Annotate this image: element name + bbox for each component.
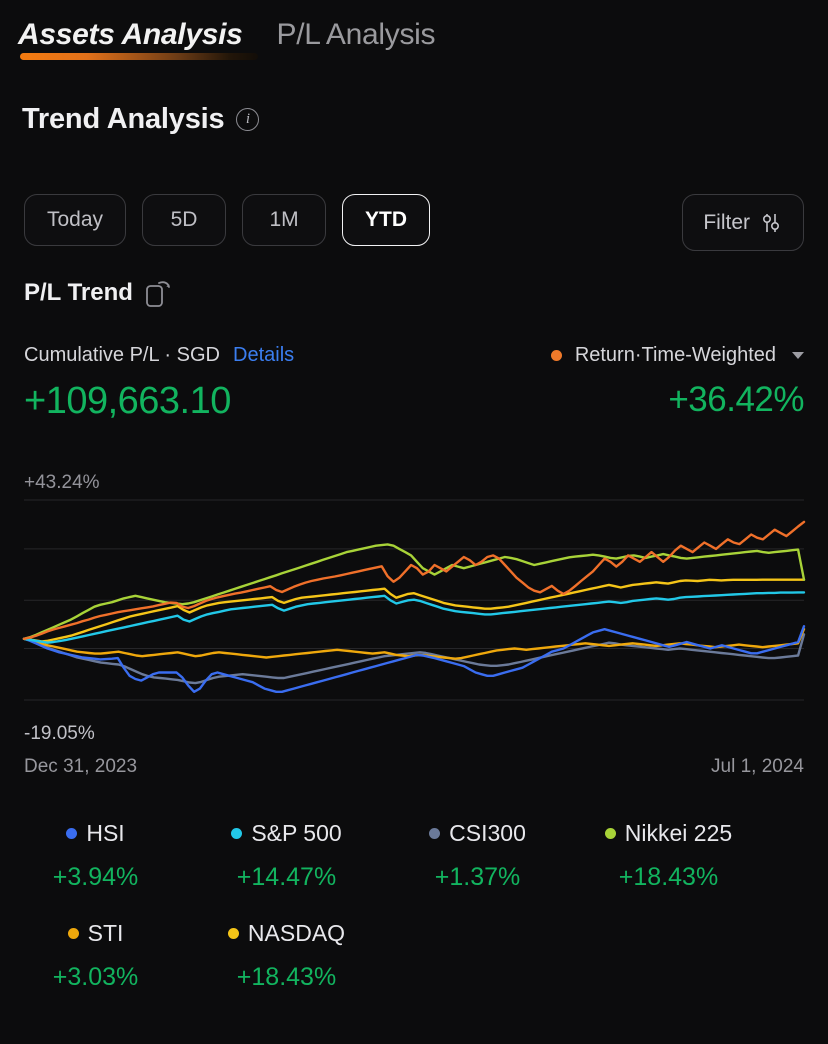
- period-chip-5d-label: 5D: [170, 208, 198, 231]
- legend-csi300-pct: +1.37%: [434, 863, 521, 891]
- legend-item-nikkei225-name: Nikkei 225: [604, 820, 733, 847]
- period-chip-today[interactable]: Today: [24, 194, 127, 246]
- pl-trend-title: P/L Trend: [24, 279, 133, 306]
- period-chip-1m-label: 1M: [269, 208, 299, 231]
- legend-cell-empty: [382, 920, 573, 992]
- legend-item-csi300[interactable]: CSI300 +1.37%: [382, 820, 573, 892]
- return-series-dot: [550, 350, 562, 361]
- sp500-dot-icon: [231, 828, 243, 839]
- trend-analysis-screen: Assets Analysis P/L Analysis Trend Analy…: [0, 0, 828, 1044]
- legend-item-sti-name: STI: [67, 920, 124, 947]
- x-axis-start-date: Dec 31, 2023: [24, 756, 138, 777]
- tab-assets-analysis-label: Assets Analysis: [18, 18, 243, 51]
- legend-row: STI +3.03% NASDAQ +18.43%: [0, 920, 828, 992]
- return-caption-row[interactable]: Return·Time-Weighted: [550, 344, 804, 367]
- nasdaq-dot-icon: [227, 928, 239, 939]
- tab-pl-analysis-label: P/L Analysis: [276, 18, 436, 51]
- index-legend: HSI +3.94% S&P 500 +14.47% CSI300 +1.37%: [0, 820, 828, 992]
- pl-trend-header: P/L Trend: [24, 278, 171, 308]
- details-link[interactable]: Details: [233, 344, 294, 367]
- series-line: [22, 578, 806, 643]
- legend-item-nasdaq[interactable]: NASDAQ +18.43%: [191, 920, 382, 992]
- legend-sp500-pct: +14.47%: [236, 863, 337, 891]
- legend-sp500-label: S&P 500: [251, 820, 342, 846]
- pl-trend-chart[interactable]: +43.24% -19.05% Dec 31, 2023 Jul 1, 2024: [0, 460, 828, 790]
- legend-sti-pct: +3.03%: [52, 963, 139, 991]
- rotate-device-icon[interactable]: [145, 278, 171, 308]
- page-title: Trend Analysis: [22, 103, 225, 135]
- filter-button[interactable]: Filter: [682, 194, 804, 251]
- x-axis-labels: Dec 31, 2023 Jul 1, 2024: [0, 756, 828, 778]
- legend-item-sp500-name: S&P 500: [231, 820, 342, 847]
- legend-sti-label: STI: [87, 920, 124, 946]
- cumulative-pl-value: +109,663.10: [24, 380, 231, 422]
- cumulative-pl-block: Cumulative P/L · SGD Details +109,663.10: [24, 344, 294, 423]
- filter-button-label: Filter: [703, 210, 750, 234]
- legend-item-nasdaq-name: NASDAQ: [227, 920, 346, 947]
- top-tabs: Assets Analysis P/L Analysis: [18, 18, 436, 62]
- period-chip-today-label: Today: [47, 208, 104, 231]
- return-value: +36.42%: [668, 380, 804, 419]
- period-chip-1m[interactable]: 1M: [242, 194, 327, 246]
- legend-item-hsi[interactable]: HSI +3.94%: [0, 820, 191, 892]
- chart-canvas: [22, 499, 806, 701]
- period-selector: Today 5D 1M YTD: [24, 194, 431, 246]
- hsi-dot-icon: [66, 828, 78, 839]
- period-chip-ytd[interactable]: YTD: [342, 194, 431, 246]
- cumulative-pl-caption: Cumulative P/L · SGD: [24, 344, 220, 366]
- legend-row: HSI +3.94% S&P 500 +14.47% CSI300 +1.37%: [0, 820, 828, 892]
- legend-item-sti[interactable]: STI +3.03%: [0, 920, 191, 992]
- legend-item-csi300-name: CSI300: [429, 820, 526, 847]
- x-axis-end-date: Jul 1, 2024: [711, 756, 804, 777]
- series-line: [22, 625, 806, 693]
- legend-hsi-pct: +3.94%: [52, 863, 139, 891]
- sti-dot-icon: [67, 928, 79, 939]
- series-line: [22, 627, 806, 660]
- info-icon[interactable]: i: [236, 108, 260, 131]
- return-caption: Return·Time-Weighted: [574, 344, 776, 366]
- legend-item-sp500[interactable]: S&P 500 +14.47%: [191, 820, 382, 892]
- legend-nikkei225-label: Nikkei 225: [624, 820, 733, 846]
- legend-nikkei225-pct: +18.43%: [618, 863, 719, 891]
- period-chip-ytd-label: YTD: [365, 208, 408, 231]
- chevron-down-icon[interactable]: [792, 352, 804, 359]
- legend-nasdaq-pct: +18.43%: [236, 963, 337, 991]
- legend-cell-empty: [573, 920, 764, 992]
- legend-nasdaq-label: NASDAQ: [247, 920, 346, 946]
- legend-csi300-label: CSI300: [449, 820, 526, 846]
- cumulative-pl-caption-row: Cumulative P/L · SGD Details: [24, 344, 294, 367]
- active-tab-underline: [20, 53, 258, 60]
- tab-assets-analysis[interactable]: Assets Analysis: [18, 18, 258, 62]
- legend-item-nikkei225[interactable]: Nikkei 225 +18.43%: [573, 820, 764, 892]
- nikkei225-dot-icon: [604, 828, 616, 839]
- sliders-icon: [763, 213, 780, 232]
- tab-pl-analysis[interactable]: P/L Analysis: [277, 18, 436, 62]
- summary-row: Cumulative P/L · SGD Details +109,663.10…: [0, 344, 828, 423]
- period-chip-5d[interactable]: 5D: [142, 194, 227, 246]
- return-block: Return·Time-Weighted +36.42%: [550, 344, 804, 420]
- csi300-dot-icon: [429, 828, 441, 839]
- legend-hsi-label: HSI: [86, 820, 125, 846]
- legend-item-hsi-name: HSI: [66, 820, 125, 847]
- section-title-row: Trend Analysis i: [22, 103, 260, 136]
